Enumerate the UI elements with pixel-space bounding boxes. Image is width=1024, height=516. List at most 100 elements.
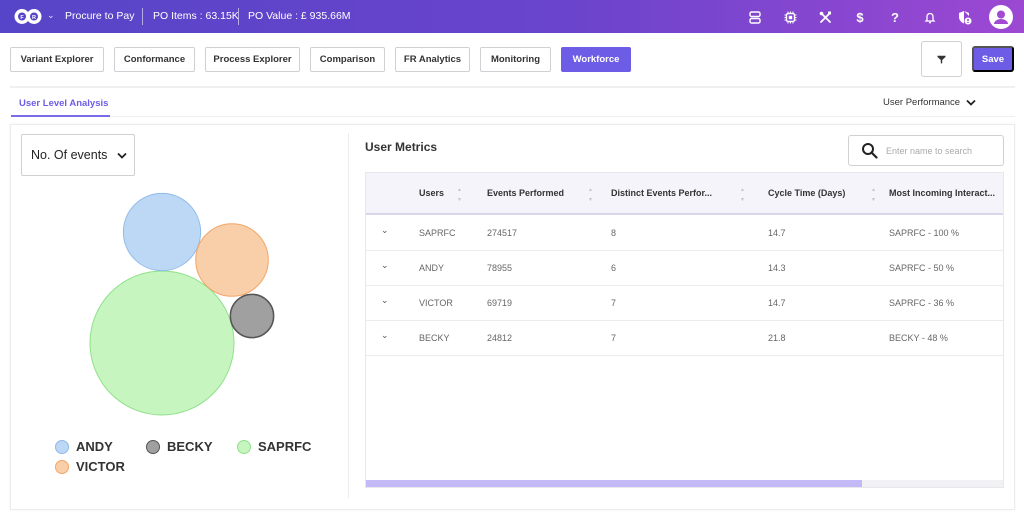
divider xyxy=(110,116,1015,117)
legend-swatch xyxy=(55,439,69,454)
tab-process-explorer[interactable]: Process Explorer xyxy=(205,47,300,72)
legend-label: BECKY xyxy=(167,439,213,454)
column-header-users[interactable]: Users xyxy=(419,188,444,198)
legend-swatch xyxy=(146,439,160,454)
shield-user-icon[interactable] xyxy=(956,8,974,26)
dollar-icon[interactable]: $ xyxy=(851,8,869,26)
tab-variant-explorer[interactable]: Variant Explorer xyxy=(10,47,104,72)
table-row[interactable]: ⌄ VICTOR 69719 7 14.7 SAPRFC - 36 % xyxy=(366,286,1003,321)
tab-fr-analytics[interactable]: FR Analytics xyxy=(395,47,470,72)
cell-incoming: SAPRFC - 100 % xyxy=(889,228,960,238)
tab-monitoring[interactable]: Monitoring xyxy=(480,47,551,72)
svg-text:R: R xyxy=(32,15,36,21)
expand-row-chevron-icon[interactable]: ⌄ xyxy=(381,330,389,341)
view-select[interactable]: User Performance xyxy=(883,97,976,108)
chip-icon[interactable] xyxy=(781,8,799,26)
sort-icon[interactable]: ▲ ▼ xyxy=(457,185,462,205)
bubble-becky[interactable] xyxy=(229,293,275,339)
expand-row-chevron-icon[interactable]: ⌄ xyxy=(381,260,389,271)
legend-label: SAPRFC xyxy=(258,439,312,454)
sort-icon[interactable]: ▲ ▼ xyxy=(740,185,745,205)
cell-cycle-time: 14.3 xyxy=(768,263,786,273)
sort-icon[interactable]: ▲ ▼ xyxy=(871,185,876,205)
horizontal-scrollbar[interactable] xyxy=(366,480,1003,487)
user-metrics-table: Users ▲ ▼ Events Performed ▲ ▼ Distinct Ev… xyxy=(365,172,1004,488)
cell-distinct: 7 xyxy=(611,333,617,343)
tab-comparison[interactable]: Comparison xyxy=(310,47,385,72)
column-header-distinct-events[interactable]: Distinct Events Perfor... xyxy=(611,188,712,198)
bubble-saprfc[interactable] xyxy=(89,270,235,416)
cell-incoming: BECKY - 48 % xyxy=(889,333,948,343)
legend-item-victor[interactable]: VICTOR xyxy=(55,459,125,474)
search-icon xyxy=(862,143,878,159)
app-name[interactable]: Procure to Pay xyxy=(65,10,134,22)
filter-button[interactable] xyxy=(921,41,962,77)
table-row[interactable]: ⌄ ANDY 78955 6 14.3 SAPRFC - 50 % xyxy=(366,251,1003,286)
top-bar: F R ⌄ Procure to Pay PO Items : 63.15K P… xyxy=(0,0,1024,33)
tab-conformance[interactable]: Conformance xyxy=(114,47,195,72)
app-switcher-chevron-icon[interactable]: ⌄ xyxy=(47,10,55,21)
cell-user: SAPRFC xyxy=(419,228,456,238)
bubble-chart xyxy=(89,192,275,416)
legend-label: VICTOR xyxy=(76,459,125,474)
sort-icon[interactable]: ▲ ▼ xyxy=(588,185,593,205)
chevron-down-icon xyxy=(117,152,128,159)
tab-user-level-analysis[interactable]: User Level Analysis xyxy=(19,98,108,109)
cell-events: 274517 xyxy=(487,228,518,238)
tools-icon[interactable] xyxy=(816,8,834,26)
save-button[interactable]: Save xyxy=(972,46,1014,72)
help-icon[interactable]: ? xyxy=(886,8,904,26)
expand-row-chevron-icon[interactable]: ⌄ xyxy=(381,225,389,236)
table-row[interactable]: ⌄ SAPRFC 274517 8 14.7 SAPRFC - 100 % xyxy=(366,216,1003,251)
cell-events: 78955 xyxy=(487,263,513,273)
view-select-label: User Performance xyxy=(883,97,961,108)
cell-user: VICTOR xyxy=(419,298,453,308)
table-row[interactable]: ⌄ BECKY 24812 7 21.8 BECKY - 48 % xyxy=(366,321,1003,356)
scrollbar-thumb[interactable] xyxy=(366,480,862,487)
cell-distinct: 6 xyxy=(611,263,617,273)
server-icon[interactable] xyxy=(746,8,764,26)
bubble-andy[interactable] xyxy=(122,192,202,272)
bell-icon[interactable] xyxy=(921,8,939,26)
user-avatar-icon[interactable] xyxy=(989,5,1013,29)
expand-row-chevron-icon[interactable]: ⌄ xyxy=(381,295,389,306)
legend-item-saprfc[interactable]: SAPRFC xyxy=(237,439,311,454)
metric-select-label: No. Of events xyxy=(31,148,108,162)
po-items: PO Items : 63.15K xyxy=(153,10,239,22)
cell-incoming: SAPRFC - 50 % xyxy=(889,263,955,273)
search-input[interactable] xyxy=(886,145,996,156)
divider xyxy=(142,8,143,25)
filter-icon xyxy=(937,55,946,63)
chevron-down-icon xyxy=(966,99,976,106)
cell-distinct: 8 xyxy=(611,228,617,238)
cell-cycle-time: 14.7 xyxy=(768,298,786,308)
logo-icon[interactable]: F R xyxy=(14,8,42,25)
legend-label: ANDY xyxy=(76,439,113,454)
legend-swatch xyxy=(55,459,69,474)
active-tab-indicator xyxy=(11,115,110,117)
column-header-most-incoming[interactable]: Most Incoming Interact... xyxy=(889,188,995,198)
legend-swatch xyxy=(237,439,251,454)
cell-cycle-time: 21.8 xyxy=(768,333,786,343)
tab-workforce[interactable]: Workforce xyxy=(561,47,631,72)
cell-cycle-time: 14.7 xyxy=(768,228,786,238)
column-header-events-performed[interactable]: Events Performed xyxy=(487,188,564,198)
table-header: Users ▲ ▼ Events Performed ▲ ▼ Distinct Ev… xyxy=(366,173,1003,215)
metric-select[interactable]: No. Of events xyxy=(21,134,135,176)
cell-events: 24812 xyxy=(487,333,513,343)
cell-events: 69719 xyxy=(487,298,513,308)
cell-incoming: SAPRFC - 36 % xyxy=(889,298,955,308)
column-header-cycle-time[interactable]: Cycle Time (Days) xyxy=(768,188,845,198)
divider xyxy=(238,8,239,25)
divider xyxy=(10,86,1015,88)
legend-item-andy[interactable]: ANDY xyxy=(55,439,113,454)
bubble-victor[interactable] xyxy=(195,223,269,297)
cell-user: BECKY xyxy=(419,333,450,343)
cell-user: ANDY xyxy=(419,263,445,273)
legend-item-becky[interactable]: BECKY xyxy=(146,439,213,454)
po-value: PO Value : £ 935.66M xyxy=(248,10,351,22)
search-box[interactable] xyxy=(848,135,1004,166)
panel-divider xyxy=(348,133,349,498)
cell-distinct: 7 xyxy=(611,298,617,308)
user-metrics-title: User Metrics xyxy=(365,140,438,154)
